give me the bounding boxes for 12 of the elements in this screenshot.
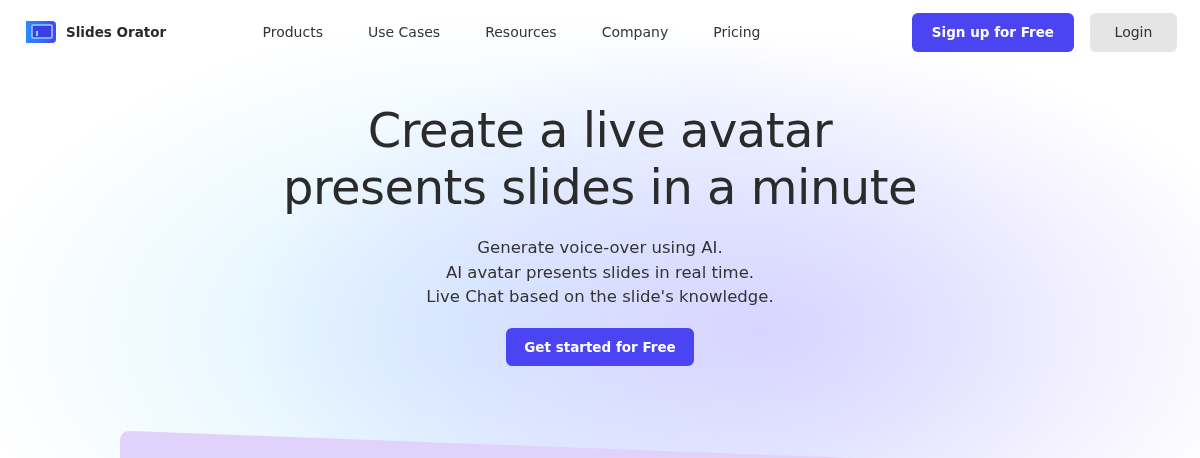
nav-link[interactable]: Resources xyxy=(462,24,580,40)
logo-icon xyxy=(24,19,58,45)
hero-subtitle: Generate voice-over using AI. AI avatar presents slides in real time. Live Chat based on the slide's knowledge. xyxy=(426,237,774,308)
nav-link[interactable]: Pricing xyxy=(690,24,783,40)
nav-link[interactable]: Products xyxy=(240,24,346,40)
brand-name: Slides Orator xyxy=(66,24,167,40)
hero-title: Create a live avatar presents slides in a minute xyxy=(282,102,918,216)
nav-link[interactable]: Company xyxy=(579,24,691,40)
nav-link[interactable]: Use Cases xyxy=(345,24,463,40)
login-button[interactable]: Login xyxy=(1090,12,1177,52)
signup-button[interactable]: Sign up for Free xyxy=(911,12,1074,52)
get-started-button[interactable]: Get started for Free xyxy=(506,327,694,366)
